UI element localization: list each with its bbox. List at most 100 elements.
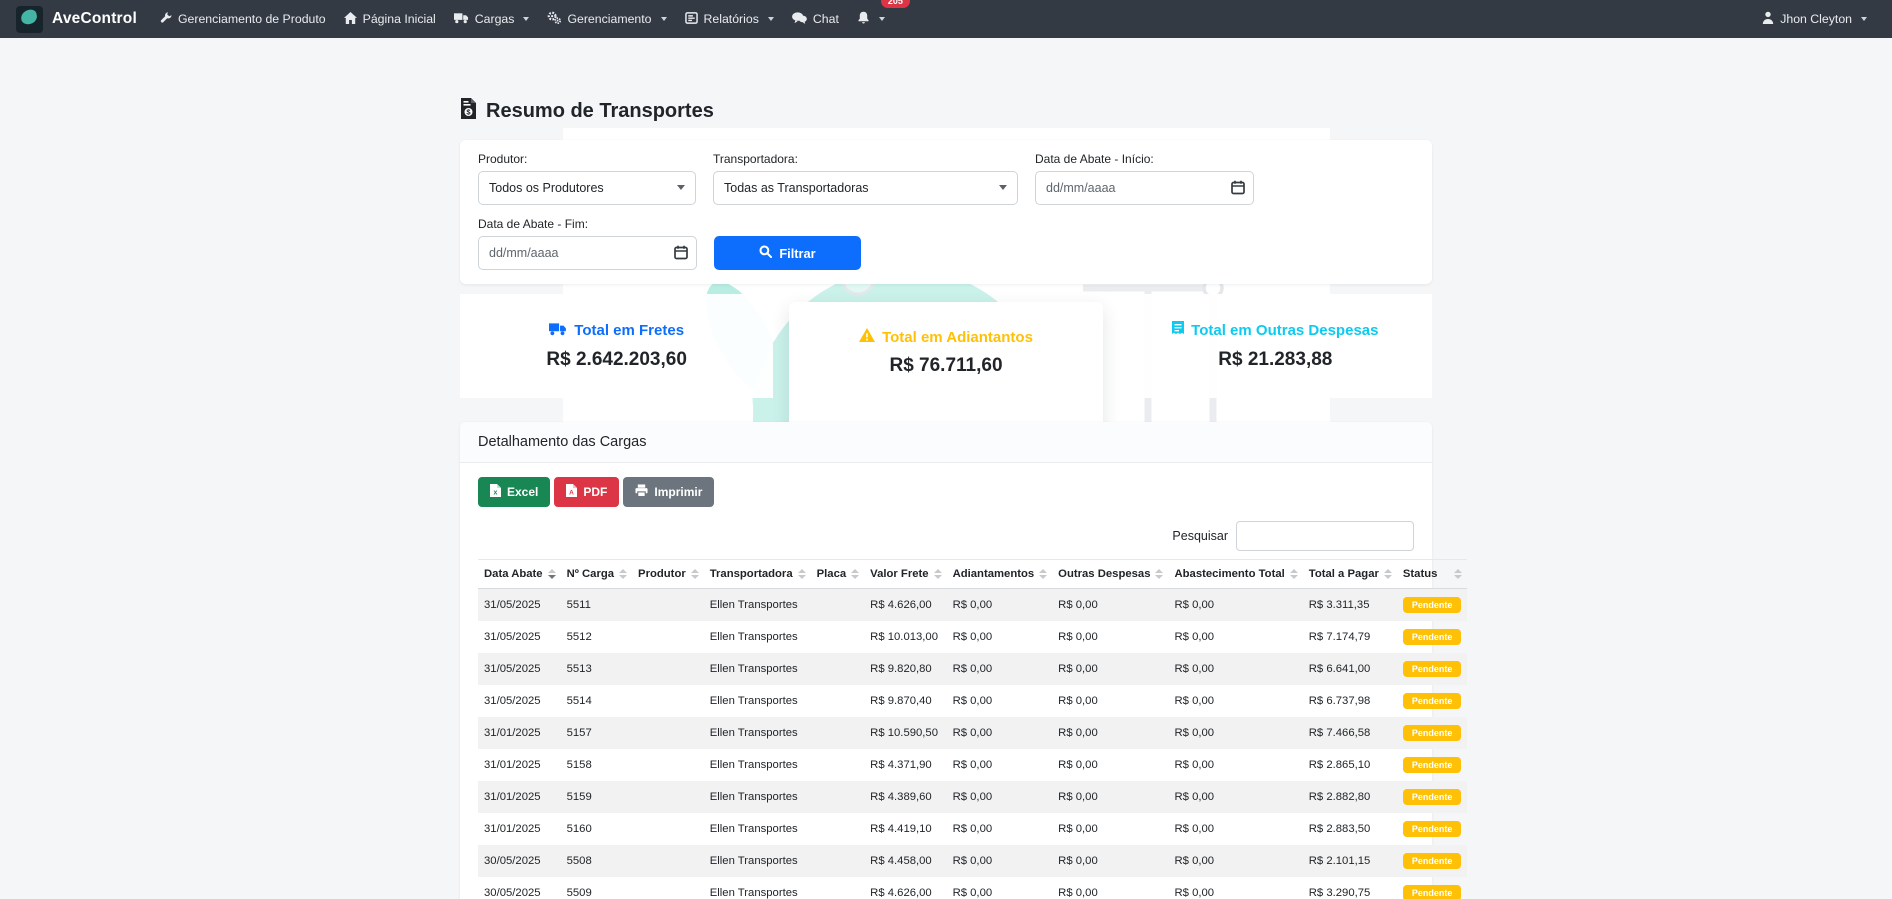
cell-valor-frete: R$ 4.458,00 xyxy=(864,845,946,877)
column-header[interactable]: Placa xyxy=(811,560,865,589)
filter-card: Produtor: Todos os Produtores Transporta… xyxy=(460,140,1432,284)
cell-total-a-pagar: R$ 3.311,35 xyxy=(1303,589,1397,622)
column-header[interactable]: Adiantamentos xyxy=(947,560,1053,589)
filtrar-button-label: Filtrar xyxy=(779,246,815,261)
cell-transportadora: Ellen Transportes xyxy=(704,813,811,845)
cell-produtor xyxy=(632,877,704,899)
cell-produtor xyxy=(632,653,704,685)
cell-outras-despesas: R$ 0,00 xyxy=(1052,621,1168,653)
nav-item-gerenciamento[interactable]: Gerenciamento xyxy=(538,5,675,33)
detail-card: Detalhamento das Cargas x Excel A PDF xyxy=(460,422,1432,899)
table-row: 31/05/2025 5511 Ellen Transportes R$ 4.6… xyxy=(478,589,1467,622)
cell-produtor xyxy=(632,621,704,653)
nav-item-cargas[interactable]: Cargas xyxy=(445,6,539,33)
column-header[interactable]: Nº Carga xyxy=(561,560,632,589)
column-header-label: Valor Frete xyxy=(870,568,928,580)
nav-item-pagina-inicial[interactable]: Página Inicial xyxy=(335,6,445,33)
summary-value: R$ 21.283,88 xyxy=(1218,349,1332,371)
cell-outras-despesas: R$ 0,00 xyxy=(1052,813,1168,845)
column-header-label: Transportadora xyxy=(710,568,793,580)
cell-produtor xyxy=(632,717,704,749)
cell-total-a-pagar: R$ 2.882,80 xyxy=(1303,781,1397,813)
cell-valor-frete: R$ 4.389,60 xyxy=(864,781,946,813)
cell-adiantamentos: R$ 0,00 xyxy=(947,685,1053,717)
cell-produtor xyxy=(632,589,704,622)
column-header[interactable]: Produtor xyxy=(632,560,704,589)
cell-total-a-pagar: R$ 6.641,00 xyxy=(1303,653,1397,685)
data-inicio-input[interactable] xyxy=(1035,171,1254,205)
data-fim-input[interactable] xyxy=(478,236,697,270)
transportadora-select[interactable]: Todas as Transportadoras xyxy=(713,171,1018,205)
warning-icon xyxy=(859,328,875,346)
cell-num-carga: 5514 xyxy=(561,685,632,717)
nav-item-label: Cargas xyxy=(475,12,515,26)
user-menu[interactable]: Jhon Cleyton xyxy=(1753,5,1876,33)
cell-total-a-pagar: R$ 7.174,79 xyxy=(1303,621,1397,653)
file-pdf-icon: A xyxy=(566,484,577,500)
cell-produtor xyxy=(632,685,704,717)
chevron-down-icon xyxy=(768,17,774,21)
summary-card-adiantamentos: Total em Adiantantos R$ 76.711,60 xyxy=(789,302,1102,434)
nav-item-chat[interactable]: Chat xyxy=(783,6,848,33)
cell-abastecimento-total: R$ 0,00 xyxy=(1168,781,1302,813)
nav-item-label: Relatórios xyxy=(704,12,759,26)
nav-item-relatorios[interactable]: Relatórios xyxy=(676,6,783,33)
cell-data-abate: 31/05/2025 xyxy=(478,621,561,653)
export-button-label: PDF xyxy=(583,485,607,499)
svg-text:A: A xyxy=(570,490,575,497)
filtrar-button[interactable]: Filtrar xyxy=(714,236,861,270)
cell-outras-despesas: R$ 0,00 xyxy=(1052,653,1168,685)
excel-export-button[interactable]: x Excel xyxy=(478,477,550,507)
column-header[interactable]: Transportadora xyxy=(704,560,811,589)
cell-transportadora: Ellen Transportes xyxy=(704,749,811,781)
status-badge: Pendente xyxy=(1403,853,1462,869)
chevron-down-icon xyxy=(1861,17,1867,21)
status-badge: Pendente xyxy=(1403,821,1462,837)
status-badge: Pendente xyxy=(1403,885,1462,899)
column-header[interactable]: Outras Despesas xyxy=(1052,560,1168,589)
cell-outras-despesas: R$ 0,00 xyxy=(1052,717,1168,749)
navbar: AveControl Gerenciamento de Produto Pági… xyxy=(0,0,1892,38)
status-badge: Pendente xyxy=(1403,661,1462,677)
cell-outras-despesas: R$ 0,00 xyxy=(1052,749,1168,781)
cell-produtor xyxy=(632,749,704,781)
cell-transportadora: Ellen Transportes xyxy=(704,781,811,813)
cell-adiantamentos: R$ 0,00 xyxy=(947,621,1053,653)
column-header[interactable]: Status xyxy=(1397,560,1468,589)
nav-item-notifications[interactable]: 205 xyxy=(848,5,894,33)
cell-total-a-pagar: R$ 2.883,50 xyxy=(1303,813,1397,845)
summary-value: R$ 2.642.203,60 xyxy=(546,349,687,371)
person-icon xyxy=(1762,11,1774,27)
column-header[interactable]: Abastecimento Total xyxy=(1168,560,1302,589)
cell-num-carga: 5512 xyxy=(561,621,632,653)
cell-status: Pendente xyxy=(1397,813,1468,845)
cell-transportadora: Ellen Transportes xyxy=(704,653,811,685)
brand-link[interactable]: AveControl xyxy=(16,6,137,33)
column-header-label: Status xyxy=(1403,568,1438,580)
cell-valor-frete: R$ 4.371,90 xyxy=(864,749,946,781)
summary-card-fretes: Total em Fretes R$ 2.642.203,60 xyxy=(460,294,773,398)
cell-num-carga: 5157 xyxy=(561,717,632,749)
column-header[interactable]: Valor Frete xyxy=(864,560,946,589)
cell-data-abate: 31/01/2025 xyxy=(478,749,561,781)
cell-adiantamentos: R$ 0,00 xyxy=(947,781,1053,813)
cell-abastecimento-total: R$ 0,00 xyxy=(1168,813,1302,845)
cell-outras-despesas: R$ 0,00 xyxy=(1052,781,1168,813)
imprimir-button[interactable]: Imprimir xyxy=(623,477,714,507)
sort-icons xyxy=(1290,569,1298,579)
column-header[interactable]: Data Abate xyxy=(478,560,561,589)
summary-cards: Total em Fretes R$ 2.642.203,60 Total em… xyxy=(460,294,1432,398)
column-header-label: Nº Carga xyxy=(567,568,614,580)
column-header[interactable]: Total a Pagar xyxy=(1303,560,1397,589)
nav-item-label: Chat xyxy=(813,12,839,26)
produtor-select[interactable]: Todos os Produtores xyxy=(478,171,696,205)
status-badge: Pendente xyxy=(1403,789,1462,805)
pdf-export-button[interactable]: A PDF xyxy=(554,477,619,507)
brand-logo-icon xyxy=(16,6,43,33)
cell-placa xyxy=(811,717,865,749)
sort-icons xyxy=(548,569,556,579)
search-input[interactable] xyxy=(1236,521,1414,551)
sort-icons xyxy=(691,569,699,579)
cell-num-carga: 5508 xyxy=(561,845,632,877)
nav-item-gerenciamento-de-produto[interactable]: Gerenciamento de Produto xyxy=(151,6,335,33)
